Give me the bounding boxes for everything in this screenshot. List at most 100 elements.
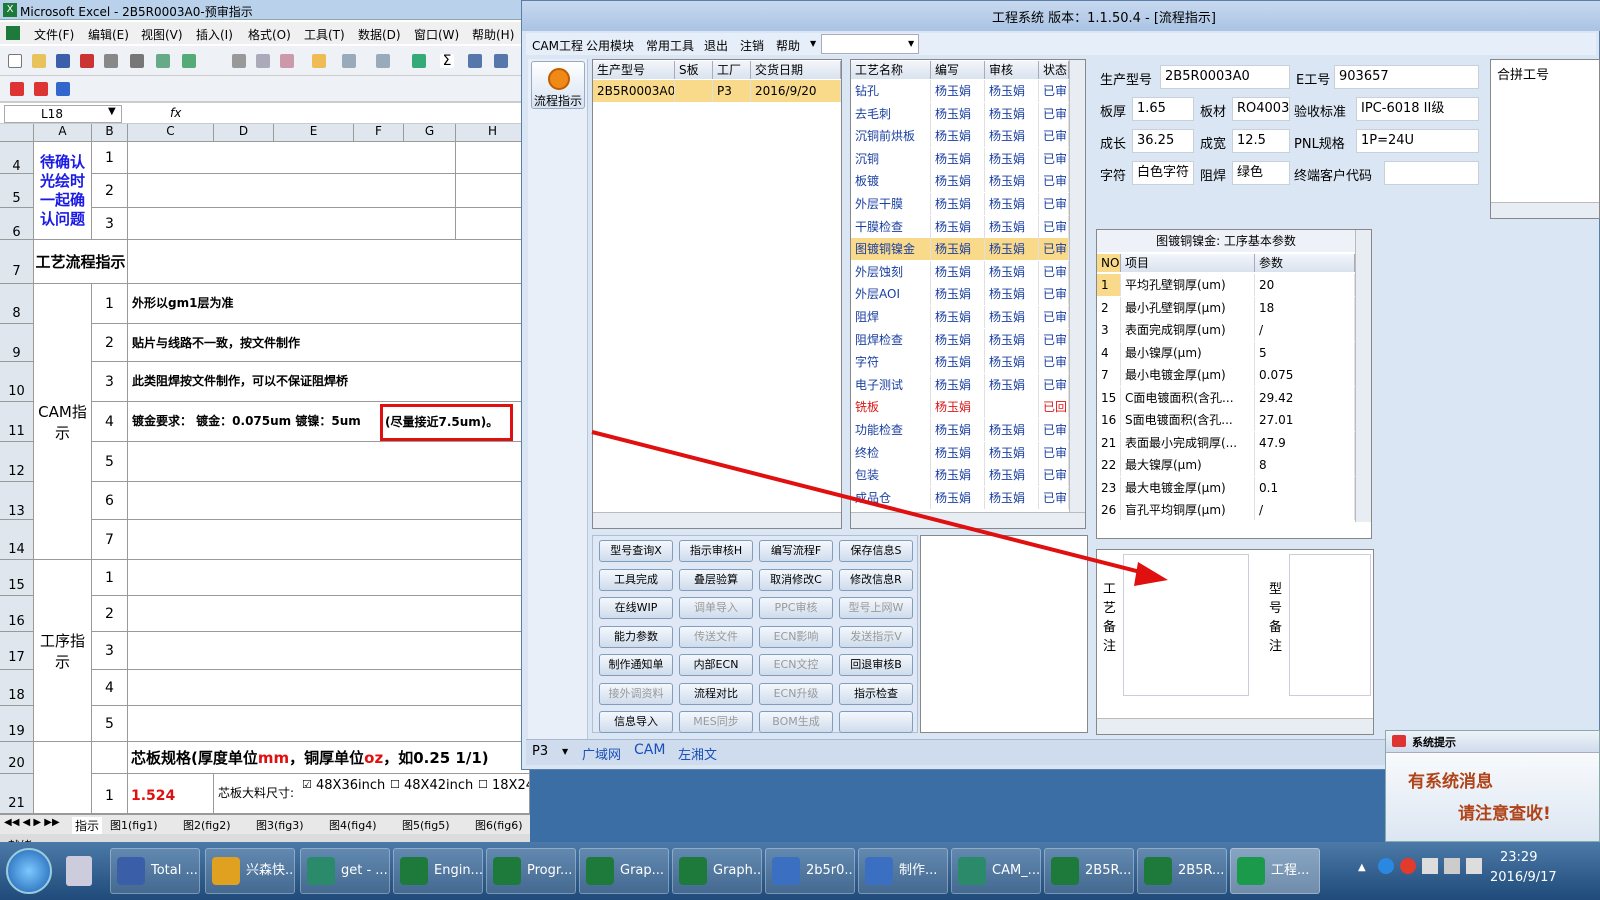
menu-public-module[interactable]: 公用模块: [586, 37, 634, 54]
cell-c19[interactable]: [128, 706, 530, 742]
redo-icon[interactable]: [376, 54, 390, 68]
table-row[interactable]: 22 最大镍厚(μm) 8: [1097, 454, 1355, 476]
cell-number[interactable]: 3: [92, 362, 128, 402]
table-row[interactable]: 外层干膜 杨玉娟 杨玉娟 已审: [851, 193, 1069, 215]
menu-file[interactable]: 文件(F): [34, 26, 74, 43]
col-status[interactable]: 状态: [1039, 61, 1069, 79]
action-button[interactable]: 调单导入: [679, 597, 753, 619]
network-icon[interactable]: [1444, 858, 1460, 874]
cell-a20[interactable]: [34, 742, 92, 814]
table-row[interactable]: 21 表面最小完成铜厚(... 47.9: [1097, 431, 1355, 454]
action-button[interactable]: 保存信息S: [839, 540, 913, 562]
taskbar-item[interactable]: 2B5R...: [1044, 848, 1134, 894]
sheet-tab-active[interactable]: 指示: [72, 817, 103, 834]
sheet-tab[interactable]: 图2(fig2): [183, 817, 231, 833]
factory-selector[interactable]: P3: [532, 744, 548, 759]
cell-number[interactable]: 6: [92, 482, 128, 520]
action-button[interactable]: ECN影响: [759, 625, 833, 648]
taskbar-item[interactable]: 2b5r0...: [765, 848, 855, 894]
menu-tools[interactable]: 工具(T): [304, 26, 345, 43]
customer-code-field[interactable]: [1384, 161, 1479, 185]
sheet-tab[interactable]: 图3(fig3): [256, 817, 304, 833]
table-row[interactable]: 26 盲孔平均铜厚(μm) /: [1097, 499, 1355, 520]
taskbar-item[interactable]: 工程...: [1230, 848, 1320, 894]
sort-descending-icon[interactable]: [494, 54, 508, 68]
process-instruction-button[interactable]: 流程指示: [531, 61, 585, 109]
core-size-cell[interactable]: 芯板大料尺寸: ☑ 48X36inch ☐ 48X42inch ☐ 18X24i…: [214, 774, 530, 814]
cell-number[interactable]: 5: [92, 706, 128, 742]
menu-logout[interactable]: 注销: [740, 37, 764, 54]
thickness-field[interactable]: 1.65: [1132, 97, 1194, 121]
table-row[interactable]: 铣板 杨玉娟 已回: [851, 396, 1069, 419]
action-button[interactable]: BOM生成: [759, 711, 833, 733]
pdf-icon[interactable]: [10, 82, 24, 96]
row-header[interactable]: 11: [0, 402, 34, 442]
cell-number[interactable]: 4: [92, 670, 128, 706]
cam-line[interactable]: 外形以gm1层为准: [128, 284, 530, 324]
save-icon[interactable]: [56, 54, 70, 68]
action-button[interactable]: 能力参数: [599, 625, 673, 648]
row-header[interactable]: 17: [0, 632, 34, 670]
process-flow-label[interactable]: 工艺流程指示: [34, 240, 128, 284]
action-button[interactable]: 指示审核H: [679, 540, 753, 562]
cell-h4[interactable]: [456, 142, 530, 174]
table-row[interactable]: 7 最小电镀金厚(μm) 0.075: [1097, 364, 1355, 386]
row-header[interactable]: 13: [0, 482, 34, 520]
standard-field[interactable]: IPC-6018 II级: [1356, 97, 1479, 121]
horizontal-scrollbar[interactable]: [1491, 202, 1599, 218]
menu-exit[interactable]: 退出: [704, 37, 728, 54]
table-row[interactable]: 阻焊 杨玉娟 杨玉娟 已审: [851, 306, 1069, 328]
action-center-icon[interactable]: [1422, 858, 1438, 874]
col-item[interactable]: 项目: [1121, 254, 1255, 272]
cell-number[interactable]: 1: [92, 560, 128, 596]
col-writer[interactable]: 编写: [931, 61, 985, 79]
action-button[interactable]: 发送指示V: [839, 625, 913, 648]
action-button[interactable]: MES同步: [679, 711, 753, 733]
row-header[interactable]: 10: [0, 362, 34, 402]
row-header[interactable]: 16: [0, 596, 34, 632]
vertical-scrollbar[interactable]: [1069, 60, 1085, 512]
action-button[interactable]: PPC审核: [759, 597, 833, 619]
menu-edit[interactable]: 编辑(E): [88, 26, 129, 43]
vertical-scrollbar[interactable]: [1355, 230, 1371, 522]
new-icon[interactable]: [8, 54, 22, 68]
action-button[interactable]: [839, 711, 913, 733]
table-row[interactable]: 15 C面电镀面积(含孔... 29.42: [1097, 386, 1355, 409]
action-button[interactable]: 编写流程F: [759, 540, 833, 562]
sort-ascending-icon[interactable]: [468, 54, 482, 68]
cell-number[interactable]: 2: [92, 324, 128, 362]
action-button[interactable]: 流程对比: [679, 682, 753, 705]
core-spec-cell[interactable]: 芯板规格(厚度单位mm，铜厚单位oz，如0.25 1/1): [128, 742, 530, 774]
cell-h5[interactable]: [456, 174, 530, 208]
fx-icon[interactable]: fx: [170, 106, 181, 120]
cell-c5[interactable]: [128, 174, 456, 208]
toolbar-options-icon[interactable]: [56, 82, 70, 96]
taskbar-item[interactable]: Grap...: [579, 848, 669, 894]
table-row[interactable]: 板镀 杨玉娟 杨玉娟 已审: [851, 170, 1069, 193]
chevron-down-icon[interactable]: ▼: [810, 39, 816, 48]
permission-icon[interactable]: [80, 54, 94, 68]
column-header[interactable]: A: [34, 124, 92, 142]
cell-number[interactable]: 2: [92, 596, 128, 632]
column-header[interactable]: E: [274, 124, 354, 142]
table-row[interactable]: 外层蚀刻 杨玉娟 杨玉娟 已审: [851, 260, 1069, 283]
taskbar-item[interactable]: 兴森快...: [205, 848, 295, 894]
action-button[interactable]: ECN升级: [759, 682, 833, 705]
tray-app-icon[interactable]: [1378, 858, 1394, 874]
table-row[interactable]: 3 表面完成铜厚(um) /: [1097, 319, 1355, 341]
chevron-down-icon[interactable]: ▼: [108, 106, 116, 117]
sheet-grid[interactable]: A B C D E F G H 4 5 6 7 8 9 10 11 12 13 …: [0, 124, 530, 814]
table-row[interactable]: 电子测试 杨玉娟 杨玉娟 已审: [851, 373, 1069, 396]
table-row[interactable]: 图镀铜镍金 杨玉娟 杨玉娟 已审: [851, 238, 1069, 261]
taskbar-item[interactable]: 2B5R...: [1137, 848, 1227, 894]
cell-b20[interactable]: [92, 742, 128, 774]
action-button[interactable]: ECN文控: [759, 654, 833, 676]
table-row[interactable]: 23 最大电镀金厚(μm) 0.1: [1097, 476, 1355, 499]
action-button[interactable]: 信息导入: [599, 711, 673, 733]
table-row[interactable]: 沉铜前烘板 杨玉娟 杨玉娟 已审: [851, 125, 1069, 148]
cell-c4[interactable]: [128, 142, 456, 174]
sheet-tab[interactable]: 图1(fig1): [110, 817, 158, 833]
cell-number[interactable]: 3: [92, 632, 128, 670]
horizontal-scrollbar[interactable]: [593, 512, 841, 528]
cam-instruction-label[interactable]: CAM指示: [34, 284, 92, 560]
